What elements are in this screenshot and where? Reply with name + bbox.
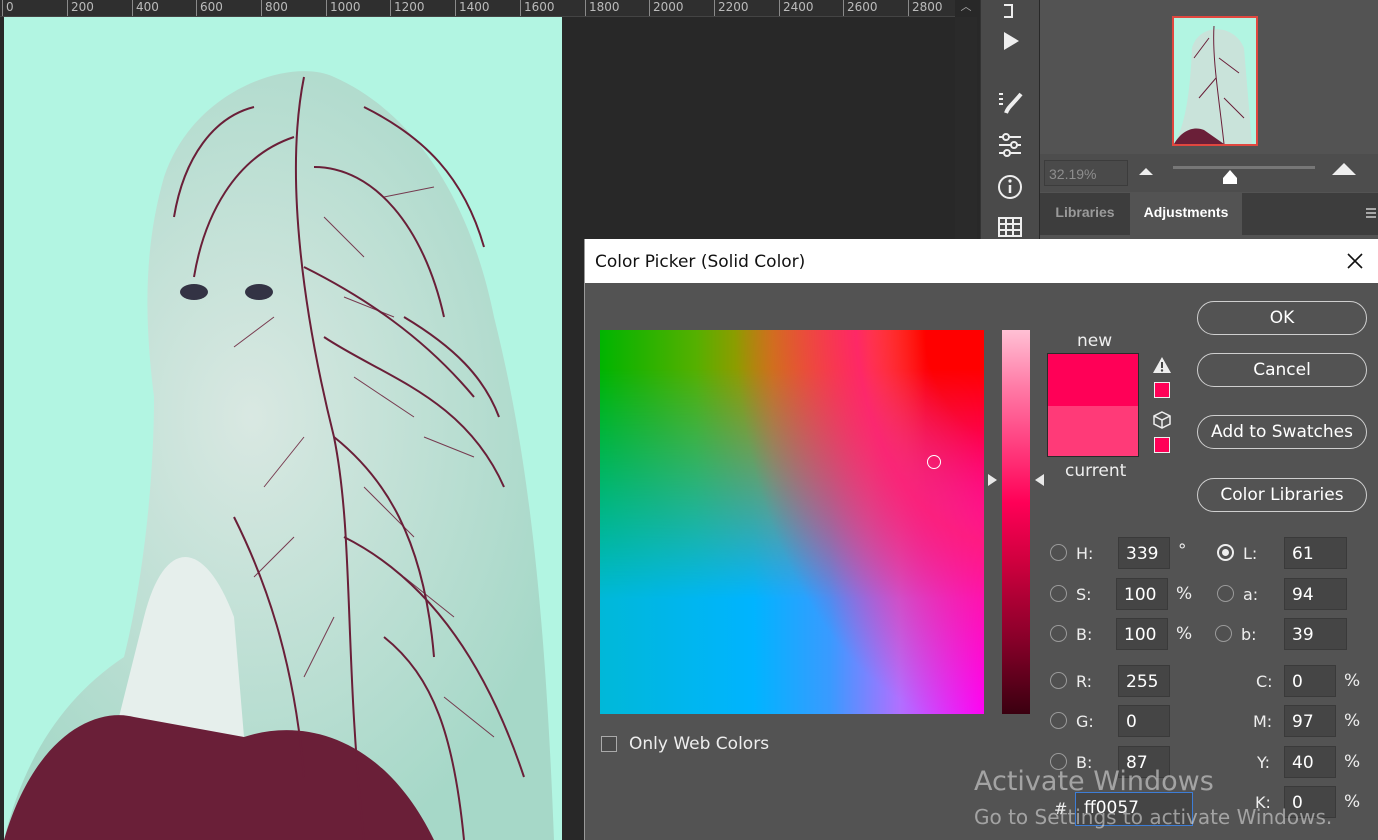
dialog-title: Color Picker (Solid Color) <box>595 252 806 272</box>
color-field-picker[interactable] <box>927 455 941 469</box>
adjustment-sliders-icon[interactable] <box>993 128 1027 162</box>
hue-slider[interactable] <box>1002 330 1030 714</box>
ruler-tick: 1200 <box>390 0 425 16</box>
current-label: current <box>1065 461 1127 481</box>
saturation-label: S: <box>1076 585 1092 604</box>
panel-menu-icon[interactable] <box>1366 207 1376 221</box>
tab-libraries[interactable]: Libraries <box>1042 193 1128 235</box>
zoom-in-icon[interactable] <box>1331 162 1357 176</box>
ruler-tick: 2200 <box>714 0 749 16</box>
green-field[interactable]: 0 <box>1118 705 1170 737</box>
radio-red[interactable] <box>1050 672 1067 689</box>
ruler-tick: 1600 <box>520 0 555 16</box>
yellow-unit: % <box>1344 752 1361 772</box>
out-of-gamut-warning-icon[interactable] <box>1152 356 1172 374</box>
zoom-out-icon[interactable] <box>1138 166 1154 176</box>
color-picker-dialog: Color Picker (Solid Color) new current O… <box>584 239 1378 840</box>
close-icon[interactable] <box>1341 247 1369 275</box>
red-field[interactable]: 255 <box>1118 665 1170 697</box>
ruler-tick: 200 <box>67 0 94 16</box>
color-field[interactable] <box>600 330 984 714</box>
red-label: R: <box>1076 672 1093 691</box>
ruler-tick: 2000 <box>649 0 684 16</box>
brightness-field[interactable]: 100 <box>1116 618 1168 650</box>
ruler-tick: 1800 <box>585 0 620 16</box>
magenta-unit: % <box>1344 711 1361 731</box>
hue-slider-right-arrow[interactable] <box>1035 474 1044 486</box>
b-channel-label: b: <box>1241 625 1257 644</box>
hue-slider-left-arrow[interactable] <box>988 474 997 486</box>
ok-button[interactable]: OK <box>1197 301 1367 335</box>
web-safe-cube-icon[interactable] <box>1153 411 1171 429</box>
radio-brightness[interactable] <box>1050 625 1067 642</box>
tab-adjustments[interactable]: Adjustments <box>1130 193 1242 235</box>
horizontal-ruler: 0 200 400 600 800 1000 1200 1400 1600 18… <box>0 0 955 17</box>
panel-tabs: Libraries Adjustments <box>1040 193 1378 235</box>
saturation-unit: % <box>1176 584 1193 604</box>
hue-field[interactable]: 339 <box>1118 537 1170 569</box>
ruler-tick: 1000 <box>326 0 361 16</box>
radio-lightness[interactable] <box>1217 544 1234 561</box>
navigator-thumbnail[interactable] <box>1172 16 1258 146</box>
ruler-tick: 2800 <box>908 0 943 16</box>
dialog-title-bar[interactable]: Color Picker (Solid Color) <box>585 239 1378 283</box>
hue-label: H: <box>1076 544 1094 563</box>
cancel-button[interactable]: Cancel <box>1197 353 1367 387</box>
double-exposure-image <box>4 71 554 840</box>
ruler-tick: 800 <box>261 0 288 16</box>
lightness-label: L: <box>1243 544 1258 563</box>
ruler-tick: 2600 <box>843 0 878 16</box>
cyan-field[interactable]: 0 <box>1284 665 1336 697</box>
brush-settings-icon[interactable] <box>993 86 1027 120</box>
b-channel-field[interactable]: 39 <box>1284 618 1347 650</box>
swatch-border <box>1047 353 1139 457</box>
saturation-field[interactable]: 100 <box>1116 578 1168 610</box>
radio-saturation[interactable] <box>1050 585 1067 602</box>
only-web-colors-checkbox[interactable] <box>601 736 617 752</box>
brightness-unit: % <box>1176 624 1193 644</box>
ruler-tick: 600 <box>196 0 223 16</box>
zoom-slider-thumb[interactable] <box>1222 169 1238 185</box>
ruler-tick: 2400 <box>779 0 814 16</box>
zoom-slider-track[interactable] <box>1173 166 1315 169</box>
activate-windows-watermark: Activate Windows <box>974 766 1214 797</box>
magenta-field[interactable]: 97 <box>1284 705 1336 737</box>
color-libraries-button[interactable]: Color Libraries <box>1197 478 1367 512</box>
magenta-label: M: <box>1253 712 1273 731</box>
cyan-unit: % <box>1344 671 1361 691</box>
gamut-color-swatch[interactable] <box>1154 382 1170 398</box>
zoom-percent-field[interactable]: 32.19% <box>1044 160 1128 186</box>
a-channel-field[interactable]: 94 <box>1284 578 1347 610</box>
yellow-field[interactable]: 40 <box>1284 746 1336 778</box>
navigator-zoom-row: 32.19% <box>1040 154 1378 192</box>
lightness-field[interactable]: 61 <box>1284 537 1347 569</box>
only-web-colors-label[interactable]: Only Web Colors <box>629 734 769 754</box>
hue-unit: ° <box>1178 541 1187 561</box>
document-artwork[interactable] <box>4 17 562 840</box>
radio-b-channel[interactable] <box>1215 625 1232 642</box>
info-icon[interactable] <box>993 170 1027 204</box>
play-icon[interactable] <box>993 24 1027 58</box>
scroll-up-icon[interactable]: ︿ <box>955 0 977 16</box>
ruler-tick: 0 <box>2 0 14 16</box>
color-field-overlay <box>600 330 984 714</box>
ruler-tick: 400 <box>132 0 159 16</box>
web-safe-color-swatch[interactable] <box>1154 437 1170 453</box>
radio-hue[interactable] <box>1050 544 1067 561</box>
brightness-label: B: <box>1076 625 1093 644</box>
a-channel-label: a: <box>1243 585 1259 604</box>
cyan-label: C: <box>1256 672 1273 691</box>
new-label: new <box>1077 331 1113 351</box>
ruler-tick: 1400 <box>455 0 490 16</box>
add-to-swatches-button[interactable]: Add to Swatches <box>1197 415 1367 449</box>
radio-green[interactable] <box>1050 712 1067 729</box>
green-label: G: <box>1076 712 1094 731</box>
radio-a-channel[interactable] <box>1217 585 1234 602</box>
black-unit: % <box>1344 792 1361 812</box>
activate-windows-hint: Go to Settings to activate Windows. <box>974 805 1333 829</box>
yellow-label: Y: <box>1257 753 1271 772</box>
navigator-preview <box>1174 18 1256 144</box>
